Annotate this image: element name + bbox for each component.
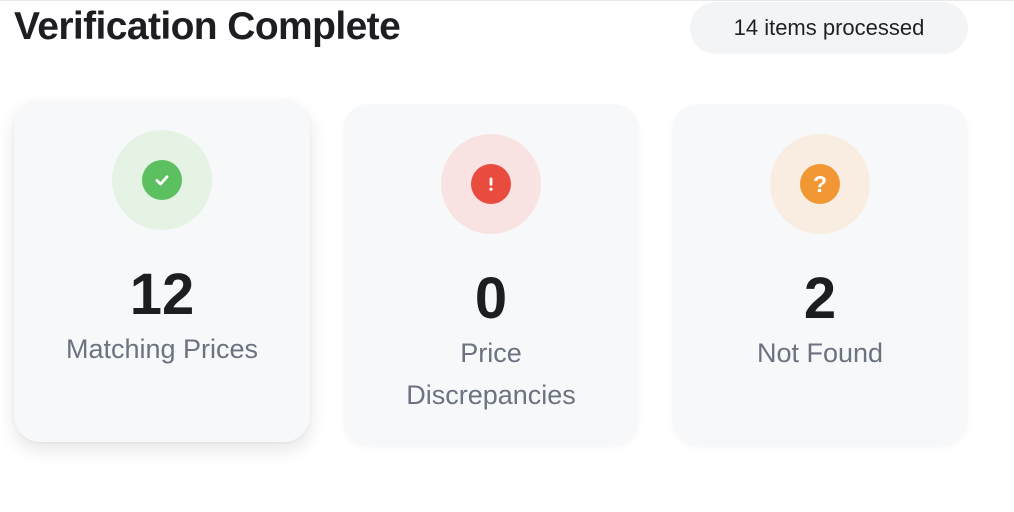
matching-icon-halo: [112, 130, 212, 230]
not-found-card: ? 2 Not Found: [672, 104, 968, 446]
price-discrepancies-count: 0: [474, 266, 508, 331]
check-icon: [142, 160, 182, 200]
exclamation-icon: [471, 164, 511, 204]
not-found-label: Not Found: [756, 338, 884, 368]
discrepancy-icon-halo: [441, 134, 541, 234]
items-processed-badge: 14 items processed: [690, 2, 968, 54]
matching-prices-card: 12 Matching Prices: [14, 100, 310, 442]
page-title: Verification Complete: [14, 5, 401, 48]
items-processed-text: 14 items processed: [733, 15, 925, 40]
matching-prices-count: 12: [129, 262, 195, 327]
price-discrepancies-label: Price Discrepancies: [406, 338, 576, 410]
price-discrepancies-card: 0 Price Discrepancies: [343, 104, 639, 446]
matching-prices-label: Matching Prices: [65, 334, 259, 364]
not-found-icon-halo: ?: [770, 134, 870, 234]
question-glyph: ?: [812, 170, 828, 197]
question-icon: ?: [800, 164, 840, 204]
not-found-count: 2: [803, 266, 837, 331]
top-divider: [0, 0, 1014, 1]
